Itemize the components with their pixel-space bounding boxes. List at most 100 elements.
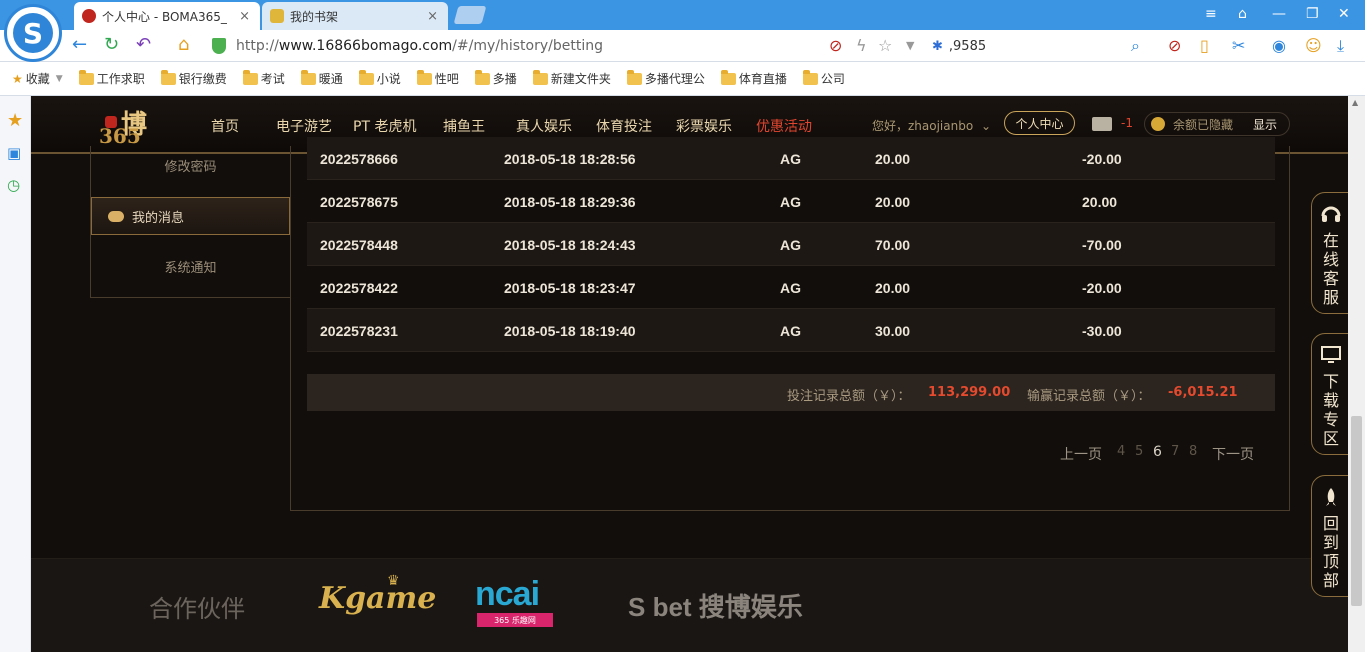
favorites-star-icon[interactable]: ★	[7, 110, 23, 131]
next-page-link[interactable]: 下一页	[1212, 444, 1254, 464]
win-total-label: 输赢记录总额（￥）：	[1027, 389, 1151, 404]
lightning-icon[interactable]: ϟ	[856, 36, 867, 55]
tab-close-icon[interactable]: ×	[427, 9, 438, 24]
nav-pt-slots[interactable]: PT 老虎机	[353, 116, 416, 136]
folder-icon	[474, 69, 490, 85]
site-logo[interactable]: 博 365	[95, 102, 179, 150]
betting-history-panel: 2022578666 2018-05-18 18:28:56 AG 20.00 …	[290, 137, 1290, 511]
browser-logo[interactable]: S	[4, 4, 62, 62]
show-balance-button[interactable]: 显示	[1253, 116, 1277, 133]
star-icon: ★	[12, 71, 23, 86]
star-icon[interactable]: ☆	[878, 36, 892, 55]
menu-icon[interactable]: ≡	[1205, 6, 1217, 22]
block-icon[interactable]: ⊘	[1168, 36, 1181, 55]
home-icon[interactable]: ⌂	[178, 34, 189, 55]
nav-home[interactable]: 首页	[211, 116, 239, 136]
account-side-menu: 修改密码 我的消息 系统通知	[90, 146, 291, 298]
new-tab-button[interactable]	[453, 6, 487, 24]
tab-bookshelf[interactable]: 我的书架 ×	[262, 2, 448, 30]
dropdown-icon[interactable]: ▼	[906, 39, 914, 52]
skin-icon[interactable]: ⌂	[1238, 6, 1247, 22]
nav-fishing[interactable]: 捕鱼王	[443, 116, 485, 136]
bookmark-favorites[interactable]: ★ 收藏 ▼	[12, 70, 63, 87]
page-link-4[interactable]: 4	[1117, 444, 1125, 459]
user-center-button[interactable]: 个人中心	[1004, 111, 1075, 135]
ncai-logo[interactable]: ncai 365 乐趣网	[475, 575, 555, 629]
side-menu-change-password[interactable]: 修改密码	[91, 146, 290, 184]
tab-personal-center[interactable]: 个人中心 - BOMA365_ ×	[74, 2, 260, 30]
page-link-7[interactable]: 7	[1171, 444, 1179, 459]
reader-icon[interactable]: ▣	[7, 144, 21, 162]
chevron-down-icon: ⌄	[981, 119, 992, 133]
folder-icon	[802, 69, 818, 85]
download-zone-button[interactable]: 下载专区	[1311, 333, 1348, 455]
nav-sports[interactable]: 体育投注	[596, 116, 652, 136]
mail-count: -1	[1121, 116, 1133, 130]
adblock-icon[interactable]: ⊘	[829, 36, 842, 55]
folder-icon	[720, 69, 736, 85]
back-to-top-button[interactable]: 回到顶部	[1311, 475, 1348, 597]
scroll-thumb[interactable]	[1351, 416, 1362, 606]
secure-shield-icon	[212, 38, 226, 54]
nav-promotions[interactable]: 优惠活动	[756, 116, 812, 136]
undo-icon[interactable]: ↶	[136, 34, 151, 55]
scroll-up-icon[interactable]: ▲	[1352, 98, 1358, 107]
page-scrollbar[interactable]: ▲	[1348, 96, 1365, 652]
translate-icon[interactable]: ◉	[1272, 36, 1286, 55]
bookmark-item[interactable]: 多播	[474, 69, 517, 87]
back-icon[interactable]: ←	[72, 34, 87, 55]
folder-icon	[78, 69, 94, 85]
bookmark-item[interactable]: 银行缴费	[160, 69, 227, 87]
online-support-button[interactable]: 在线客服	[1311, 192, 1348, 314]
page-link-8[interactable]: 8	[1189, 444, 1197, 459]
page-link-5[interactable]: 5	[1135, 444, 1143, 459]
history-clock-icon[interactable]: ◷	[7, 176, 20, 194]
bookmark-item[interactable]: 新建文件夹	[532, 69, 611, 87]
side-menu-my-messages[interactable]: 我的消息	[91, 197, 290, 235]
address-bar[interactable]: http://www.16866bomago.com/#/my/history/…	[212, 34, 920, 58]
bookmark-item[interactable]: 体育直播	[720, 69, 787, 87]
balance-text: 余额已隐藏	[1173, 117, 1234, 132]
url-path: /#/my/history/betting	[452, 38, 603, 54]
browser-navbar: ← ↻ ↶ ⌂ http://www.16866bomago.com/#/my/…	[0, 30, 1365, 62]
table-row: 2022578422 2018-05-18 18:23:47 AG 20.00 …	[307, 266, 1275, 309]
restore-icon[interactable]: ❐	[1306, 6, 1319, 22]
browser-logo-icon: S	[13, 13, 53, 53]
prev-page-link[interactable]: 上一页	[1060, 444, 1102, 464]
minimize-icon[interactable]: —	[1272, 6, 1286, 22]
tab-close-icon[interactable]: ×	[239, 9, 250, 24]
message-bubble-icon	[108, 210, 124, 222]
nav-egames[interactable]: 电子游艺	[276, 116, 332, 136]
bookmark-item[interactable]: 工作求职	[78, 69, 145, 87]
more-icon[interactable]: ☺	[1305, 36, 1322, 55]
table-row: 2022578666 2018-05-18 18:28:56 AG 20.00 …	[307, 137, 1275, 180]
bookmark-item[interactable]: 多播代理公	[626, 69, 705, 87]
kgame-logo[interactable]: Kgame	[319, 581, 436, 616]
rocket-icon	[1326, 488, 1336, 506]
browser-tab-bar: 个人中心 - BOMA365_ × 我的书架 × ≡ ⌂ — ❐ ✕	[0, 0, 1365, 30]
bookmarks-bar: ★ 收藏 ▼ 工作求职 银行缴费 考试 暖通 小说 性吧 多播 新建文件夹 多播代理…	[0, 62, 1365, 96]
phone-icon[interactable]: ▯	[1200, 36, 1209, 55]
sobet-logo[interactable]: S bet 搜博娱乐	[628, 587, 803, 624]
search-input[interactable]: ✱ ,9585	[932, 34, 1152, 58]
bookmark-item[interactable]: 性吧	[416, 69, 459, 87]
side-menu-system-notice[interactable]: 系统通知	[91, 247, 290, 285]
nav-lottery[interactable]: 彩票娱乐	[676, 116, 732, 136]
page-link-6-current[interactable]: 6	[1153, 444, 1162, 460]
search-value: ,9585	[948, 38, 987, 54]
bookmark-item[interactable]: 公司	[802, 69, 845, 87]
bookmark-item[interactable]: 考试	[242, 69, 285, 87]
folder-icon	[160, 69, 176, 85]
user-greeting[interactable]: 您好，zhaojianbo ⌄	[872, 117, 991, 134]
refresh-icon[interactable]: ↻	[104, 34, 119, 55]
bookmark-item[interactable]: 暖通	[300, 69, 343, 87]
scissors-icon[interactable]: ✂	[1232, 36, 1245, 55]
bookmark-item[interactable]: 小说	[358, 69, 401, 87]
download-icon[interactable]: ⤓	[1337, 36, 1344, 56]
nav-live-casino[interactable]: 真人娱乐	[516, 116, 572, 136]
search-icon[interactable]: ⌕	[1131, 36, 1140, 56]
close-window-icon[interactable]: ✕	[1338, 6, 1350, 22]
mail-icon[interactable]	[1092, 117, 1112, 131]
bet-total-value: 113,299.00	[928, 385, 1011, 400]
folder-icon	[242, 69, 258, 85]
